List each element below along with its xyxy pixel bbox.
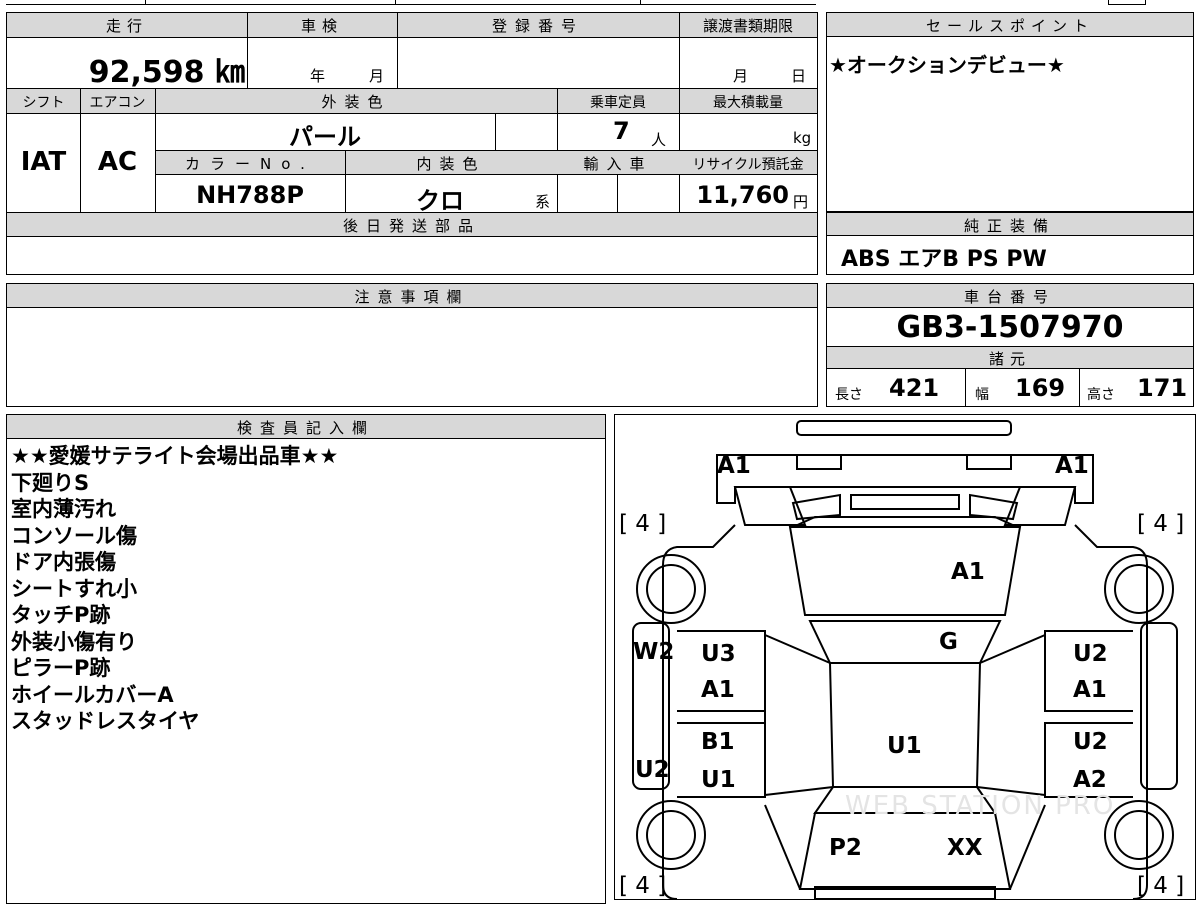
tire-rl-label: [ 4 ] [619, 873, 667, 899]
note-line: タッチP跡 [11, 603, 111, 627]
car-damage-diagram: A1 A1 [ 4 ] [ 4 ] A1 G W2 U3 A1 U2 A1 U1… [614, 414, 1196, 900]
capacity-unit: 人 [651, 131, 667, 149]
top-right-small-box [1108, 0, 1146, 5]
sales-point-box: セールスポイント ★オークションデビュー★ [826, 12, 1194, 212]
top-edge-tick [395, 0, 396, 5]
note-line: ホイールカバーA [11, 682, 174, 707]
note-line: 室内薄汚れ [11, 497, 116, 521]
vehicle-info-table: 走行 車検 登録番号 譲渡書類期限 92,598 ㎞ 年 月 月 日 シフト エ… [6, 12, 818, 275]
front-right-label: A1 [1055, 453, 1089, 479]
note-line: コンソール傷 [11, 523, 137, 548]
transfer-month-unit: 月 [733, 67, 749, 85]
import-header: 輸入車 [583, 155, 653, 173]
top-edge-tick [145, 0, 146, 5]
recycle-header: リサイクル預託金 [692, 157, 804, 173]
fr-door-label-1: U2 [1073, 641, 1108, 667]
inspection-header: 車検 [300, 17, 343, 35]
rl-door-label-2: U1 [701, 767, 736, 793]
left-fender-label: W2 [633, 639, 675, 665]
specs-header: 諸元 [988, 350, 1031, 368]
rr-door-label-1: U2 [1073, 729, 1108, 755]
sales-point-header: セールスポイント [925, 17, 1094, 35]
shift-value: IAT [20, 147, 67, 177]
tire-fl-label: [ 4 ] [619, 511, 667, 537]
ext-color-value: パール [289, 123, 361, 151]
windshield-label: G [939, 629, 958, 655]
fl-door-label-1: U3 [701, 641, 736, 667]
top-edge-line [6, 4, 816, 5]
width-value: 169 [1015, 374, 1066, 402]
roof-label: U1 [887, 733, 922, 759]
sales-point-text: ★オークションデビュー★ [829, 53, 1065, 77]
length-label: 長さ [835, 387, 863, 403]
height-label: 高さ [1087, 387, 1115, 403]
watermark: WEB STATION PRO [845, 791, 1116, 821]
rear-left-label: P2 [829, 835, 862, 861]
chassis-number: GB3-1507970 [896, 310, 1124, 345]
tire-fr-label: [ 4 ] [1137, 511, 1185, 537]
int-color-value: クロ [416, 187, 464, 215]
width-label: 幅 [975, 387, 989, 403]
recycle-fee-value: 11,760 [696, 181, 789, 209]
equipment-header: 純正装備 [963, 217, 1056, 235]
rl-door-label-1: B1 [701, 729, 735, 755]
height-value: 171 [1137, 374, 1188, 402]
inspection-month-unit: 月 [369, 67, 385, 85]
chassis-box: 車台番号 GB3-1507970 諸元 長さ 421 幅 169 高さ 171 [826, 283, 1194, 407]
capacity-header: 乗車定員 [590, 95, 646, 111]
note-line: 下廻りS [11, 470, 90, 495]
max-load-header: 最大積載量 [713, 95, 783, 111]
rr-door-label-2: A2 [1073, 767, 1107, 793]
color-no-header: カラーNo. [185, 155, 315, 173]
tire-rr-label: [ 4 ] [1137, 873, 1185, 899]
note-line: 外装小傷有り [11, 629, 137, 654]
max-load-unit: kg [793, 129, 812, 147]
note-line: ピラーP跡 [11, 656, 111, 680]
mileage-value: 92,598 ㎞ [88, 55, 245, 90]
ac-header: エアコン [89, 95, 146, 111]
int-color-header: 内装色 [416, 155, 486, 173]
later-parts-header: 後日発送部品 [342, 217, 481, 235]
shift-header: シフト [22, 95, 65, 111]
chassis-header: 車台番号 [963, 288, 1056, 306]
transfer-day-unit: 日 [791, 67, 807, 85]
front-left-label: A1 [717, 453, 751, 479]
hood-label: A1 [951, 559, 985, 585]
fl-door-label-2: A1 [701, 677, 735, 703]
note-line: ★★愛媛サテライト会場出品車★★ [11, 444, 339, 468]
equipment-box: 純正装備 ABS エアB PS PW [826, 212, 1194, 275]
transfer-header: 譲渡書類期限 [702, 17, 793, 35]
inspector-box: 検査員記入欄 ★★愛媛サテライト会場出品車★★ 下廻りS 室内薄汚れ コンソール… [6, 414, 606, 904]
top-edge-tick [640, 0, 641, 5]
note-line: スタッドレスタイヤ [11, 709, 200, 733]
rear-right-label: XX [947, 835, 983, 861]
ext-color-header: 外装色 [321, 93, 391, 111]
fr-door-label-2: A1 [1073, 677, 1107, 703]
inspection-year-unit: 年 [310, 67, 326, 85]
note-line: ドア内張傷 [11, 550, 116, 574]
registration-header: 登録番号 [491, 17, 584, 35]
caution-box: 注意事項欄 [6, 283, 818, 407]
color-no-value: NH788P [196, 181, 304, 209]
caution-header: 注意事項欄 [354, 288, 470, 306]
equipment-text: ABS エアB PS PW [841, 247, 1047, 272]
left-rear-fender-label: U2 [635, 757, 670, 783]
int-color-suffix: 系 [535, 193, 551, 211]
inspector-notes: ★★愛媛サテライト会場出品車★★ 下廻りS 室内薄汚れ コンソール傷 ドア内張傷… [11, 443, 338, 735]
inspector-header: 検査員記入欄 [236, 419, 375, 437]
capacity-value: 7 [613, 117, 630, 145]
note-line: シートすれ小 [11, 576, 137, 601]
length-value: 421 [889, 374, 940, 402]
recycle-unit: 円 [793, 193, 809, 211]
ac-value: AC [97, 147, 138, 177]
mileage-header: 走行 [105, 17, 148, 35]
